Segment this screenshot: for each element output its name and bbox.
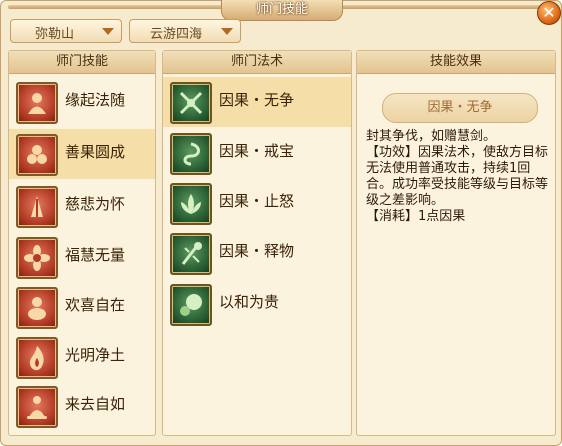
monk-figure-icon xyxy=(16,82,58,124)
offering-fruits-icon xyxy=(16,134,58,176)
skill-row-selected[interactable]: 善果圆成 xyxy=(9,129,155,179)
effect-panel: 技能效果 因果・无争 封其争伐，如赠慧剑。 【功效】因果法术，使敌方目标无法使用… xyxy=(356,50,556,436)
lotus-calm-icon xyxy=(170,183,212,225)
flame-icon xyxy=(16,337,58,379)
skills-panel: 师门技能 缘起法随 善果圆成 慈悲为怀 福慧无量 欢喜自在 光明净土 来去自如 xyxy=(8,50,156,436)
skill-name: 慈悲为怀 xyxy=(65,195,126,213)
close-button[interactable]: ✕ xyxy=(537,1,561,25)
sect-dropdown-value: 弥勒山 xyxy=(35,27,75,42)
spell-name: 因果・无争 xyxy=(219,91,295,109)
window-title: 师门技能 xyxy=(221,0,343,21)
sect-dropdown[interactable]: 弥勒山 xyxy=(10,19,122,43)
skill-row[interactable]: 来去自如 xyxy=(9,381,155,431)
released-staff-icon xyxy=(170,233,212,275)
spell-name: 以和为贵 xyxy=(219,293,280,311)
skill-name: 善果圆成 xyxy=(65,143,126,161)
spell-name: 因果・戒宝 xyxy=(219,142,295,160)
spell-row-selected[interactable]: 因果・无争 xyxy=(163,77,351,127)
skill-row[interactable]: 福慧无量 xyxy=(9,232,155,282)
effect-cost-text: 【消耗】1点因果 xyxy=(366,209,466,224)
skills-panel-header: 师门技能 xyxy=(9,51,155,74)
spells-panel-header: 师门法术 xyxy=(163,51,351,74)
effect-panel-header: 技能效果 xyxy=(357,51,555,74)
spell-name: 因果・止怒 xyxy=(219,192,295,210)
laughing-buddha-icon xyxy=(16,287,58,329)
effect-spell-name: 因果・无争 xyxy=(382,93,538,123)
treasure-swirl-icon xyxy=(170,133,212,175)
effect-flavor-text: 封其争伐，如赠慧剑。 xyxy=(366,129,497,144)
spell-row[interactable]: 以和为贵 xyxy=(163,279,351,329)
spell-name: 因果・释物 xyxy=(219,242,295,260)
skill-name: 欢喜自在 xyxy=(65,296,126,314)
spell-row[interactable]: 因果・止怒 xyxy=(163,178,351,228)
crossed-swords-icon xyxy=(170,82,212,124)
skill-row[interactable]: 欢喜自在 xyxy=(9,282,155,332)
meditating-figure-icon xyxy=(16,386,58,428)
skill-name: 光明净土 xyxy=(65,346,126,364)
spell-row[interactable]: 因果・戒宝 xyxy=(163,128,351,178)
skill-name: 缘起法随 xyxy=(65,91,126,109)
lotus-flower-icon xyxy=(16,237,58,279)
harmony-orbs-icon xyxy=(170,284,212,326)
effect-description: 封其争伐，如赠慧剑。 【功效】因果法术，使敌方目标无法使用普通攻击，持续1回合。… xyxy=(366,129,556,225)
skill-row[interactable]: 慈悲为怀 xyxy=(9,181,155,231)
chevron-down-icon xyxy=(221,28,233,35)
skill-row[interactable]: 光明净土 xyxy=(9,332,155,382)
skill-name: 福慧无量 xyxy=(65,246,126,264)
skill-name: 来去自如 xyxy=(65,395,126,413)
skill-row[interactable]: 缘起法随 xyxy=(9,77,155,127)
spell-row[interactable]: 因果・释物 xyxy=(163,228,351,278)
category-dropdown-value: 云游四海 xyxy=(150,27,203,42)
effect-function-text: 【功效】因果法术，使敌方目标无法使用普通攻击，持续1回合。成功率受技能等级与目标… xyxy=(366,145,549,208)
spells-panel: 师门法术 因果・无争 因果・戒宝 因果・止怒 因果・释物 以和为贵 xyxy=(162,50,352,436)
chevron-down-icon xyxy=(102,28,114,35)
praying-hands-icon xyxy=(16,186,58,228)
category-dropdown[interactable]: 云游四海 xyxy=(129,19,241,43)
